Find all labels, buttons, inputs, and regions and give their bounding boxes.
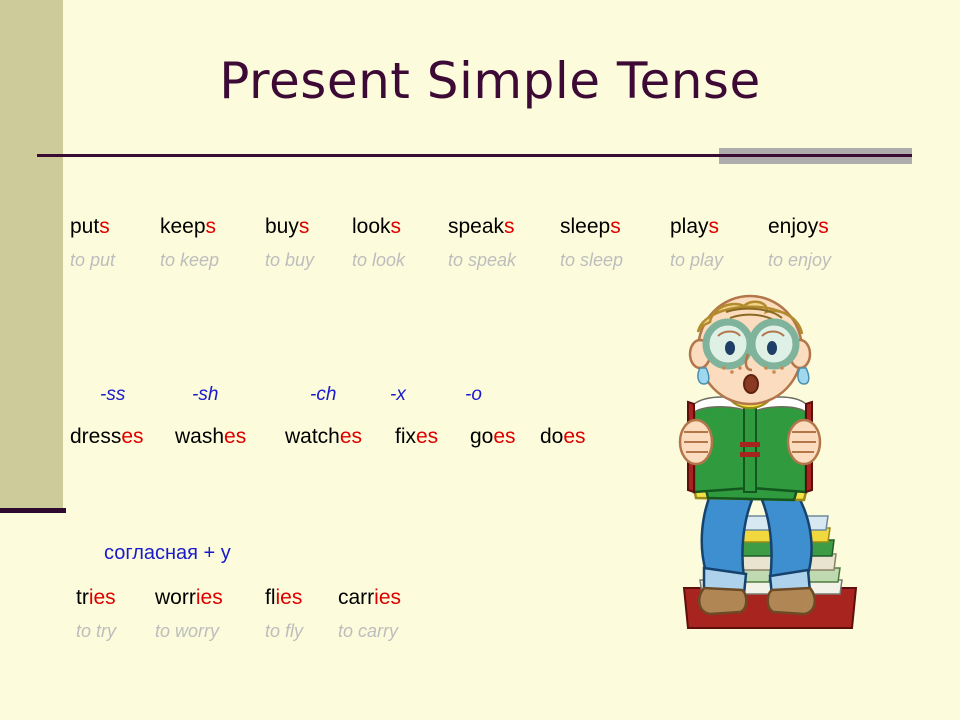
verb-entry: enjoys to enjoy — [768, 214, 831, 272]
verb-entry: worries to worry — [155, 585, 223, 643]
verb-infinitive: to keep — [160, 250, 220, 270]
verb-ending: ies — [195, 586, 223, 609]
verb-conjugated-form: dresses — [70, 424, 144, 450]
verb-conjugated-form: does — [540, 424, 586, 450]
verb-stem: fl — [265, 586, 276, 609]
verb-stem: carr — [338, 586, 375, 609]
verb-stem: put — [70, 215, 100, 238]
verb-conjugated-form: goes — [470, 424, 516, 450]
verb-entry: watches — [285, 424, 362, 450]
verb-stem: play — [670, 215, 709, 238]
verb-infinitive: to look — [352, 250, 406, 270]
verb-entry: goes — [470, 424, 516, 450]
verb-stem: dress — [70, 425, 122, 448]
verb-entry: dresses — [70, 424, 144, 450]
verb-ending: s — [504, 215, 515, 238]
verb-infinitive: to worry — [155, 621, 220, 641]
verb-ending: ies — [88, 586, 116, 609]
verb-entry: fixes — [395, 424, 438, 450]
page-title: Present Simple Tense — [219, 52, 761, 110]
verb-ending: s — [298, 215, 310, 238]
suffix-label: -o — [465, 384, 482, 405]
verb-ending: es — [416, 425, 439, 448]
verb-stem: fix — [395, 425, 416, 448]
suffix-label: -ch — [310, 384, 337, 405]
verb-conjugated-form: speaks — [448, 214, 515, 240]
verb-ending: es — [339, 425, 363, 448]
verb-stem: keep — [160, 215, 206, 238]
verb-ending: s — [818, 215, 829, 238]
verb-stem: speak — [448, 215, 505, 238]
verb-entry: plays to play — [670, 214, 723, 272]
verb-conjugated-form: fixes — [395, 424, 438, 450]
verb-ending: s — [205, 215, 217, 238]
verb-conjugated-form: worries — [155, 585, 223, 611]
verb-infinitive: to carry — [338, 621, 399, 641]
rule-note-consonant-plus-y: согласная + y — [104, 542, 231, 564]
verb-ending: ies — [275, 586, 303, 609]
verb-stem: watch — [285, 425, 340, 448]
verb-ending: s — [390, 215, 402, 238]
verb-stem: buy — [265, 215, 299, 238]
head — [688, 294, 812, 406]
verb-ending: s — [708, 215, 720, 238]
verb-conjugated-form: watches — [285, 424, 362, 450]
verb-infinitive: to speak — [448, 250, 517, 270]
decorative-side-bar-underline — [0, 508, 66, 513]
slide-canvas: Present Simple Tense puts to put keeps to k… — [0, 0, 960, 720]
verb-ending: es — [121, 425, 144, 448]
title-rule — [37, 154, 912, 157]
verb-conjugated-form: sleeps — [560, 214, 621, 240]
verb-stem: worr — [155, 586, 196, 609]
verb-entry: keeps to keep — [160, 214, 219, 272]
verb-entry: flies to fly — [265, 585, 303, 643]
suffix-label: -ss — [100, 384, 126, 405]
verb-infinitive: to buy — [265, 250, 315, 270]
verb-ending: es — [493, 425, 516, 448]
verb-ending: es — [563, 425, 586, 448]
verb-entry: sleeps to sleep — [560, 214, 623, 272]
verb-ending: es — [224, 425, 247, 448]
verb-entry: puts to put — [70, 214, 115, 272]
verb-ending: s — [99, 215, 110, 238]
verb-infinitive: to sleep — [560, 250, 624, 270]
verb-conjugated-form: looks — [352, 214, 401, 240]
verb-conjugated-form: washes — [175, 424, 246, 450]
verb-stem: do — [540, 425, 564, 448]
verb-entry: carries to carry — [338, 585, 401, 643]
verb-stem: look — [352, 215, 391, 238]
verb-infinitive: to put — [70, 250, 116, 270]
boy-reading-illustration — [678, 294, 858, 629]
verb-entry: does — [540, 424, 586, 450]
verb-ending: s — [610, 215, 621, 238]
verb-infinitive: to fly — [265, 621, 304, 641]
verb-entry: tries to try — [76, 585, 116, 643]
verb-infinitive: to try — [76, 621, 117, 641]
verb-entry: buys to buy — [265, 214, 314, 272]
verb-conjugated-form: carries — [338, 585, 401, 611]
verb-stem: wash — [175, 425, 225, 448]
verb-conjugated-form: enjoys — [768, 214, 829, 240]
verb-conjugated-form: flies — [265, 585, 302, 611]
verb-conjugated-form: plays — [670, 214, 719, 240]
verb-stem: tr — [76, 586, 89, 609]
verb-conjugated-form: keeps — [160, 214, 216, 240]
verb-ending: ies — [374, 586, 402, 609]
verb-conjugated-form: buys — [265, 214, 309, 240]
suffix-label: -sh — [192, 384, 219, 405]
verb-stem: enjoy — [768, 215, 819, 238]
verb-entry: speaks to speak — [448, 214, 516, 272]
verb-conjugated-form: tries — [76, 585, 116, 611]
verb-infinitive: to play — [670, 250, 724, 270]
verb-entry: washes — [175, 424, 246, 450]
verb-stem: sleep — [560, 215, 611, 238]
verb-infinitive: to enjoy — [768, 250, 832, 270]
verb-conjugated-form: puts — [70, 214, 110, 240]
verb-entry: looks to look — [352, 214, 405, 272]
suffix-label: -x — [390, 384, 406, 405]
verb-stem: go — [470, 425, 494, 448]
